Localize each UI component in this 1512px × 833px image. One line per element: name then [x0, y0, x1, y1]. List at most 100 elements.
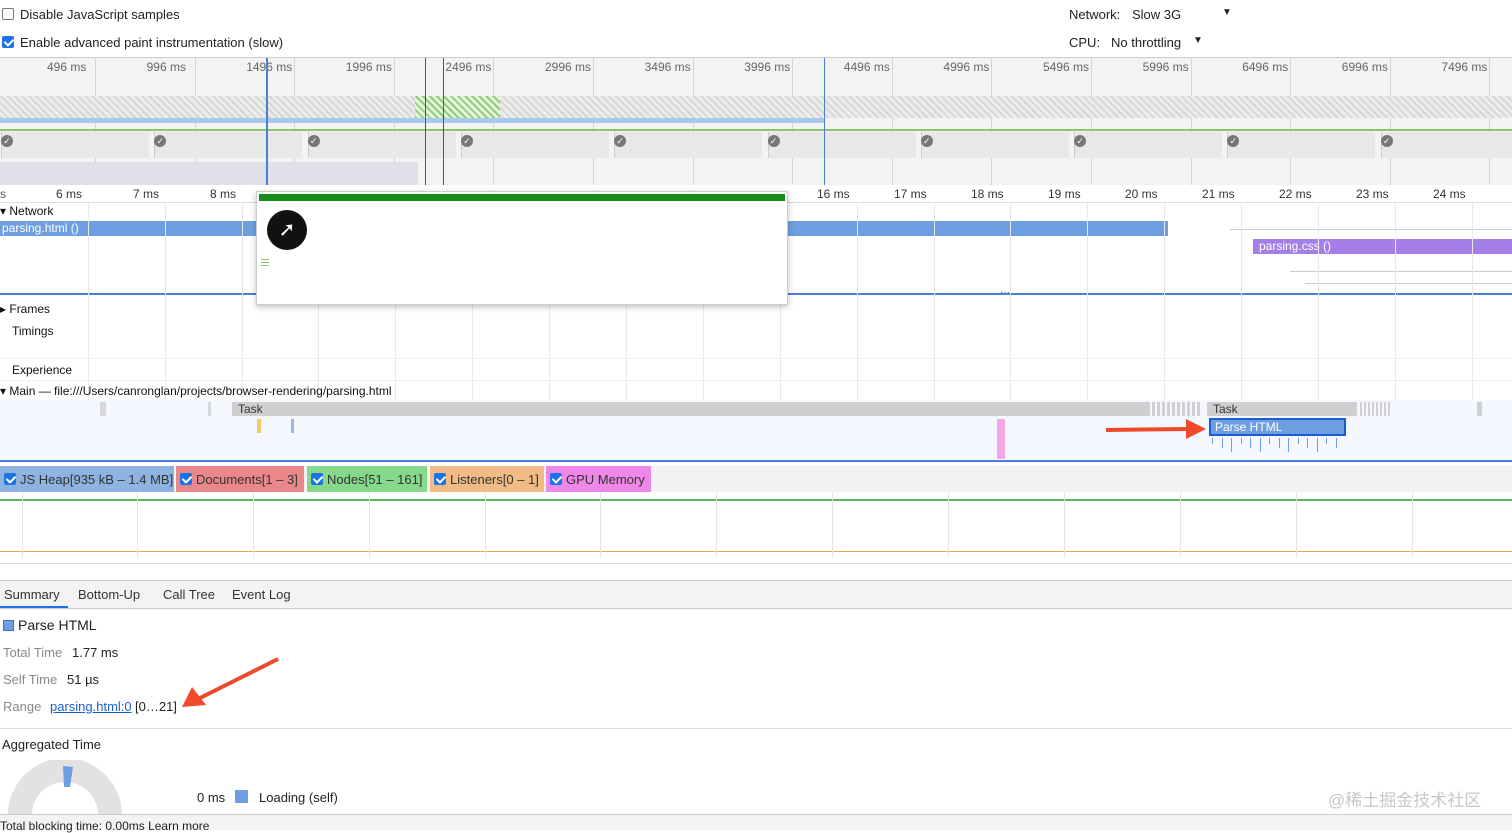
- memory-counter-toggle[interactable]: Listeners[0 – 1]: [430, 466, 544, 492]
- cpu-select[interactable]: No throttling ▼: [1111, 35, 1211, 50]
- memory-gridline: [948, 492, 949, 558]
- memory-gridline: [1412, 492, 1413, 558]
- tab-event-log[interactable]: Event Log: [230, 587, 293, 602]
- resize-handle[interactable]: ···: [1000, 287, 1010, 298]
- memory-checkbox[interactable]: [311, 473, 323, 485]
- detail-tick-label: 23 ms: [1356, 187, 1389, 201]
- network-select[interactable]: Slow 3G ▼: [1132, 7, 1232, 22]
- total-time-value: 1.77 ms: [72, 645, 119, 660]
- frames-track-header[interactable]: ▸ Frames: [0, 302, 50, 316]
- overview-tick-label: 496 ms: [47, 60, 87, 74]
- screenshot-thumb[interactable]: ✓: [1, 132, 149, 158]
- sub-event-tick[interactable]: [1240, 438, 1242, 444]
- detail-tick-label: 8 ms: [210, 187, 237, 201]
- cpu-value: No throttling: [1111, 35, 1182, 50]
- memory-gridline: [485, 492, 486, 558]
- memory-checkbox[interactable]: [550, 473, 562, 485]
- check-icon: ✓: [920, 135, 933, 147]
- check-icon: ✓: [1380, 135, 1393, 147]
- aggregated-time-title: Aggregated Time: [2, 737, 102, 752]
- overview-gridline: [1389, 58, 1391, 185]
- range-link[interactable]: parsing.html:0: [50, 699, 132, 714]
- tab-bottom-up-label: Bottom-Up: [78, 587, 141, 602]
- memory-gridline: [716, 492, 717, 558]
- detail-tick-label: 16 ms: [817, 187, 850, 201]
- cpu-label: CPU:: [1069, 35, 1101, 50]
- sub-event-tick[interactable]: [1221, 438, 1223, 448]
- sub-event-tick[interactable]: [1250, 438, 1251, 448]
- overview-tick-label: 2496 ms: [445, 60, 492, 74]
- memory-counter-label: JS Heap[935 kB – 1.4 MB]: [20, 472, 174, 487]
- timeline-overview[interactable]: 496 ms 996 ms 1496 ms 1996 ms 2496 ms 2996 ms…: [0, 57, 1512, 185]
- screenshot-thumb[interactable]: ✓: [307, 132, 456, 158]
- range-label: Range: [3, 699, 42, 714]
- total-blocking-time: Total blocking time: 0.00ms Learn more: [0, 819, 210, 833]
- tab-bottom-up[interactable]: Bottom-Up: [76, 587, 142, 602]
- detail-tick-label: 17 ms: [894, 187, 927, 201]
- network-label: Network:: [1069, 7, 1121, 22]
- screenshot-popover: ➚: [256, 191, 788, 305]
- overview-gridline: [1190, 58, 1192, 185]
- sub-event-tick[interactable]: [1307, 438, 1308, 448]
- memory-checkbox[interactable]: [434, 473, 446, 485]
- disable-js-checkbox[interactable]: [2, 8, 14, 23]
- memory-counter-label: Documents[1 – 3]: [196, 472, 298, 487]
- advanced-paint-checkbox[interactable]: [2, 36, 14, 51]
- sub-event-tick[interactable]: [1335, 438, 1337, 448]
- sub-event-tick[interactable]: [1269, 438, 1270, 444]
- detail-tick-label: 22 ms: [1279, 187, 1312, 201]
- overview-tick-label: 5496 ms: [1043, 60, 1090, 74]
- range-suffix: [0…21]: [135, 699, 177, 714]
- overview-tick-label: 7496 ms: [1441, 60, 1488, 74]
- tab-summary[interactable]: Summary: [2, 587, 62, 602]
- sub-event-tick[interactable]: [1231, 438, 1232, 452]
- memory-counter-label: Nodes[51 – 161]: [327, 472, 423, 487]
- screenshot-thumb[interactable]: ✓: [1074, 132, 1223, 158]
- sub-event-tick[interactable]: [1278, 438, 1280, 448]
- sub-event-tick[interactable]: [1316, 438, 1318, 452]
- css-request-bar[interactable]: parsing.css (): [1253, 239, 1512, 254]
- screenshot-thumb[interactable]: ✓: [1227, 132, 1376, 158]
- network-request-label: parsing.html (): [2, 221, 79, 235]
- overview-gridline: [1290, 58, 1292, 185]
- main-track-header[interactable]: ▾ Main — file:///Users/canronglan/projec…: [0, 384, 392, 398]
- memory-counter-toggle[interactable]: Nodes[51 – 161]: [307, 466, 427, 492]
- sub-event-tick[interactable]: [1288, 438, 1289, 452]
- parse-html-label: Parse HTML: [1215, 420, 1283, 434]
- tab-summary-label: Summary: [4, 587, 60, 602]
- screenshot-thumb[interactable]: ✓: [1380, 132, 1512, 158]
- sub-event-tick[interactable]: [1297, 438, 1299, 444]
- tab-event-log-label: Event Log: [232, 587, 291, 602]
- sub-event-tick[interactable]: [1326, 438, 1327, 444]
- overview-tick-label: 4996 ms: [943, 60, 990, 74]
- screenshot-thumb[interactable]: ✓: [460, 132, 609, 158]
- parse-html-bar[interactable]: Parse HTML: [1209, 418, 1346, 436]
- screenshot-thumb[interactable]: ✓: [154, 132, 303, 158]
- task-bar-2[interactable]: Task: [1207, 402, 1357, 416]
- overview-gridline: [891, 58, 893, 185]
- overview-tick-label: 2996 ms: [545, 60, 592, 74]
- legend-label: Loading (self): [259, 790, 338, 805]
- task-bar[interactable]: Task: [232, 402, 1150, 416]
- screenshot-thumb[interactable]: ✓: [920, 132, 1069, 158]
- memory-counter-toggle[interactable]: Documents[1 – 3]: [176, 466, 304, 492]
- sub-event-tick[interactable]: [1259, 438, 1261, 452]
- memory-counter-toggle[interactable]: GPU Memory: [546, 466, 651, 492]
- check-icon: ✓: [460, 135, 473, 147]
- tab-call-tree[interactable]: Call Tree: [161, 587, 217, 602]
- check-icon: ✓: [1, 135, 13, 147]
- memory-checkbox[interactable]: [180, 473, 192, 485]
- task-label-2: Task: [1213, 402, 1238, 416]
- memory-gridline: [1064, 492, 1065, 558]
- sub-event-tick[interactable]: [1212, 438, 1213, 444]
- overview-tick-label: 4496 ms: [843, 60, 890, 74]
- screenshot-thumb[interactable]: ✓: [614, 132, 763, 158]
- memory-counter-toggle[interactable]: JS Heap[935 kB – 1.4 MB]: [0, 466, 174, 492]
- memory-checkbox[interactable]: [4, 473, 16, 485]
- screenshot-thumb[interactable]: ✓: [767, 132, 916, 158]
- red-arrow-icon: [182, 657, 279, 707]
- network-track-header[interactable]: ▾ Network: [0, 204, 53, 218]
- main-track-label: Main — file:///Users/canronglan/projects…: [9, 384, 392, 398]
- frames-track-label: Frames: [9, 302, 51, 316]
- check-icon: ✓: [614, 135, 627, 147]
